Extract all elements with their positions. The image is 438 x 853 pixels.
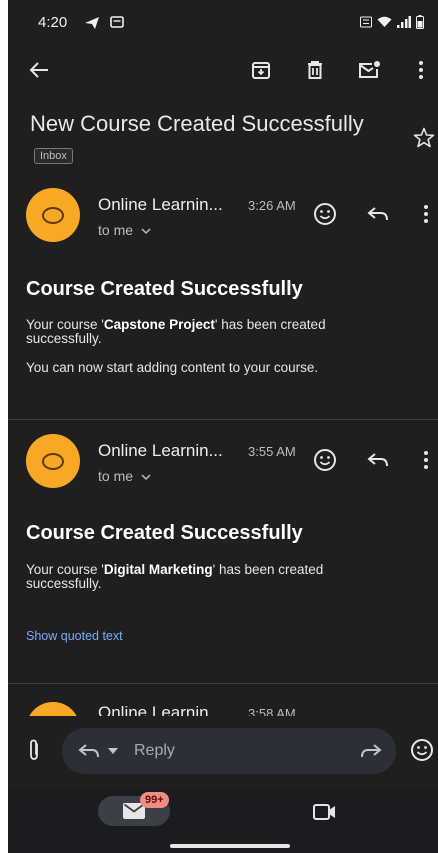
volte-icon — [360, 16, 372, 28]
chevron-down-icon — [141, 228, 151, 235]
caret-down-icon[interactable] — [108, 748, 118, 754]
recipient-text: to me — [98, 222, 134, 238]
unread-count-badge: 99+ — [140, 792, 169, 808]
message-extra-text: You can now start adding content to your… — [26, 360, 319, 375]
emoji-icon — [411, 739, 433, 761]
message-more-button[interactable] — [412, 200, 438, 228]
send-notification-icon — [85, 17, 99, 29]
status-system-icons — [360, 15, 424, 29]
message-notification-icon — [110, 16, 124, 28]
reply-icon — [367, 207, 388, 221]
course-name: Capstone Project — [103, 317, 215, 332]
show-quoted-text-link[interactable]: Show quoted text — [26, 629, 123, 643]
add-reaction-button[interactable] — [311, 446, 339, 474]
video-camera-icon — [313, 804, 335, 820]
message-divider — [8, 683, 438, 684]
attach-button[interactable] — [22, 736, 46, 764]
home-indicator[interactable] — [170, 844, 290, 848]
more-vert-icon — [424, 205, 428, 223]
star-icon — [413, 127, 435, 148]
email-screen: 4:20 New Course Created Successfully Inb… — [8, 0, 438, 853]
sender-name[interactable]: Online Learnin... — [98, 441, 223, 461]
subject-text: New Course Created Successfully — [30, 111, 364, 136]
sender-avatar[interactable] — [26, 188, 80, 242]
battery-icon — [416, 15, 424, 29]
message-body: Your course 'Capstone Project' has been … — [26, 317, 326, 346]
emoji-icon — [314, 449, 336, 471]
status-time: 4:20 — [38, 14, 68, 31]
add-reaction-button[interactable] — [311, 200, 339, 228]
status-notification-icons — [84, 16, 124, 30]
message-time: 3:55 AM — [248, 444, 296, 459]
back-arrow-icon — [29, 62, 48, 78]
recipient-text: to me — [98, 468, 134, 484]
message-heading: Course Created Successfully — [26, 522, 303, 544]
more-vert-icon — [419, 61, 423, 79]
message-body: Your course 'Digital Marketing' has been… — [26, 562, 324, 591]
mark-unread-icon — [359, 61, 380, 78]
forward-icon[interactable] — [360, 742, 382, 760]
mark-unread-button[interactable] — [355, 56, 383, 84]
email-subject: New Course Created Successfully Inbox — [30, 108, 390, 170]
nav-meet-tab[interactable] — [312, 802, 338, 822]
wifi-icon — [377, 16, 392, 27]
message-more-button[interactable] — [412, 446, 438, 474]
reply-button[interactable] — [364, 446, 392, 474]
star-button[interactable] — [412, 126, 436, 150]
sender-name[interactable]: Online Learnin... — [98, 195, 223, 215]
paperclip-icon — [30, 739, 38, 760]
reply-icon — [78, 744, 99, 758]
course-name: Digital Marketing — [103, 562, 213, 577]
reply-input[interactable]: Reply — [62, 728, 396, 774]
bottom-navigation: 99+ — [8, 788, 438, 853]
recipient-details-toggle[interactable]: to me — [98, 468, 151, 484]
reply-button[interactable] — [364, 200, 392, 228]
reply-label: Reply — [134, 742, 175, 759]
more-options-button[interactable] — [407, 56, 435, 84]
message-heading: Course Created Successfully — [26, 278, 303, 300]
archive-icon — [252, 62, 270, 79]
message-time: 3:26 AM — [248, 198, 296, 213]
recipient-details-toggle[interactable]: to me — [98, 222, 151, 238]
status-bar: 4:20 — [8, 0, 438, 44]
reply-icon — [367, 453, 388, 467]
inbox-label-chip[interactable]: Inbox — [34, 148, 73, 164]
message-divider — [8, 419, 438, 420]
chevron-down-icon — [141, 474, 151, 481]
trash-icon — [308, 61, 322, 79]
back-button[interactable] — [25, 56, 53, 84]
emoji-icon — [314, 203, 336, 225]
signal-icon — [397, 16, 411, 28]
archive-button[interactable] — [247, 56, 275, 84]
reaction-button[interactable] — [410, 738, 436, 764]
sender-avatar[interactable] — [26, 434, 80, 488]
delete-button[interactable] — [301, 56, 329, 84]
more-vert-icon — [424, 451, 428, 469]
